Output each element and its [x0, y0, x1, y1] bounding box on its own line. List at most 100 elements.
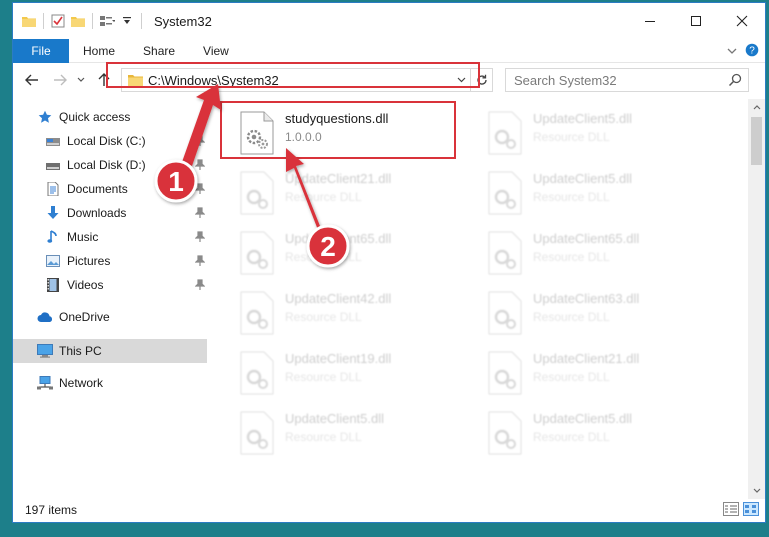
sidebar-item-documents[interactable]: Documents [13, 177, 207, 201]
dll-file-icon [487, 291, 527, 335]
window-title: System32 [154, 13, 212, 29]
customize-toolbar-icon[interactable] [99, 13, 115, 29]
tab-file[interactable]: File [13, 38, 69, 63]
properties-icon[interactable] [50, 13, 66, 29]
pin-icon[interactable] [194, 159, 206, 174]
scroll-down-button[interactable] [748, 482, 765, 499]
file-text: UpdateClient21.dll Resource DLL [285, 165, 391, 221]
file-list: studyquestions.dll 1.0.0.0 UpdateClient5… [209, 99, 744, 499]
file-type: Resource DLL [285, 310, 362, 324]
view-switcher [723, 502, 759, 519]
sidebar-item-label: Quick access [59, 110, 131, 124]
file-item[interactable]: UpdateClient65.dll Resource DLL [481, 225, 719, 281]
file-item[interactable]: UpdateClient63.dll Resource DLL [481, 285, 719, 341]
ribbon-right-controls: ? [727, 39, 759, 63]
pin-icon[interactable] [194, 279, 206, 294]
details-view-icon[interactable] [723, 502, 739, 519]
sidebar-item-downloads[interactable]: Downloads [13, 201, 207, 225]
file-item[interactable]: UpdateClient65.dll Resource DLL [233, 225, 471, 281]
dll-file-icon [487, 351, 527, 395]
vertical-scrollbar[interactable] [748, 99, 765, 499]
pin-icon[interactable] [194, 183, 206, 198]
chevron-down-icon [753, 488, 760, 493]
file-type: Resource DLL [533, 310, 610, 324]
pin-icon[interactable] [194, 135, 206, 150]
sidebar-item-quick-access[interactable]: Quick access [13, 105, 207, 129]
address-dropdown[interactable] [452, 69, 470, 91]
file-item[interactable]: UpdateClient5.dll Resource DLL [481, 105, 719, 161]
file-text: UpdateClient19.dll Resource DLL [285, 345, 391, 401]
scroll-up-button[interactable] [748, 99, 765, 116]
music-icon [45, 229, 61, 245]
sidebar-item-local-disk-d[interactable]: Local Disk (D:) [13, 153, 207, 177]
item-count: 197 items [25, 503, 78, 517]
chevron-down-icon [77, 77, 85, 82]
address-bar[interactable]: C:\Windows\System32 [121, 68, 493, 92]
pin-icon[interactable] [194, 207, 206, 222]
back-button[interactable] [23, 71, 41, 89]
sidebar-item-this-pc[interactable]: This PC [13, 339, 207, 363]
tiles-view-icon[interactable] [743, 502, 759, 519]
refresh-button[interactable] [470, 69, 492, 91]
file-name: UpdateClient5.dll [533, 411, 633, 426]
file-name: UpdateClient21.dll [285, 171, 392, 186]
expand-ribbon-icon[interactable] [727, 44, 737, 58]
file-name: UpdateClient42.dll [285, 291, 392, 306]
cloud-icon [37, 309, 53, 325]
minimize-icon [645, 21, 655, 22]
file-text: UpdateClient65.dll Resource DLL [533, 225, 639, 281]
new-folder-icon[interactable] [70, 13, 86, 29]
scroll-thumb[interactable] [751, 117, 762, 165]
tab-share[interactable]: Share [129, 39, 189, 63]
file-item[interactable]: UpdateClient42.dll Resource DLL [233, 285, 471, 341]
pin-icon[interactable] [194, 255, 206, 270]
sidebar-item-videos[interactable]: Videos [13, 273, 207, 297]
quick-access-toolbar [13, 13, 144, 29]
pin-icon[interactable] [194, 231, 206, 246]
search-icon[interactable] [728, 73, 742, 90]
close-button[interactable] [719, 3, 765, 39]
chevron-up-icon [753, 105, 760, 110]
minimize-button[interactable] [627, 3, 673, 39]
pictures-icon [45, 253, 61, 269]
sidebar-item-onedrive[interactable]: OneDrive [13, 305, 207, 329]
file-item[interactable]: UpdateClient21.dll Resource DLL [233, 165, 471, 221]
recent-locations-button[interactable] [75, 71, 87, 89]
file-type: Resource DLL [533, 250, 610, 264]
dll-file-icon [487, 231, 527, 275]
sidebar-item-label: Network [59, 376, 104, 390]
dll-file-icon [239, 351, 279, 395]
file-name: UpdateClient5.dll [533, 111, 633, 126]
documents-icon [45, 181, 61, 197]
file-item[interactable]: UpdateClient5.dll Resource DLL [233, 405, 471, 461]
divider [141, 13, 142, 29]
file-item-highlighted[interactable]: studyquestions.dll 1.0.0.0 [233, 105, 471, 161]
chevron-down-icon[interactable] [119, 13, 135, 29]
computer-icon [37, 343, 53, 359]
dll-file-icon [239, 291, 279, 335]
sidebar-item-local-disk-c[interactable]: Local Disk (C:) [13, 129, 207, 153]
tab-home[interactable]: Home [69, 39, 129, 63]
sidebar-item-network[interactable]: Network [13, 371, 207, 395]
tab-view[interactable]: View [189, 39, 243, 63]
file-text: UpdateClient5.dll Resource DLL [533, 405, 632, 461]
file-item[interactable]: UpdateClient5.dll Resource DLL [481, 405, 719, 461]
sidebar-item-label: Videos [67, 278, 104, 292]
maximize-button[interactable] [673, 3, 719, 39]
file-item[interactable]: UpdateClient5.dll Resource DLL [481, 165, 719, 221]
file-item[interactable]: UpdateClient21.dll Resource DLL [481, 345, 719, 401]
forward-button[interactable] [51, 71, 69, 89]
search-input[interactable]: Search System32 [505, 68, 749, 92]
sidebar-item-music[interactable]: Music [13, 225, 207, 249]
file-type: Resource DLL [285, 370, 362, 384]
videos-icon [45, 277, 61, 293]
arrow-left-icon [25, 74, 38, 86]
sidebar-item-label: Local Disk (D:) [67, 158, 146, 172]
download-icon [45, 205, 61, 221]
file-text: UpdateClient5.dll Resource DLL [533, 105, 632, 161]
sidebar-item-pictures[interactable]: Pictures [13, 249, 207, 273]
help-icon[interactable]: ? [745, 43, 759, 60]
file-item[interactable]: UpdateClient19.dll Resource DLL [233, 345, 471, 401]
up-button[interactable] [95, 71, 113, 89]
file-text: UpdateClient5.dll Resource DLL [533, 165, 632, 221]
